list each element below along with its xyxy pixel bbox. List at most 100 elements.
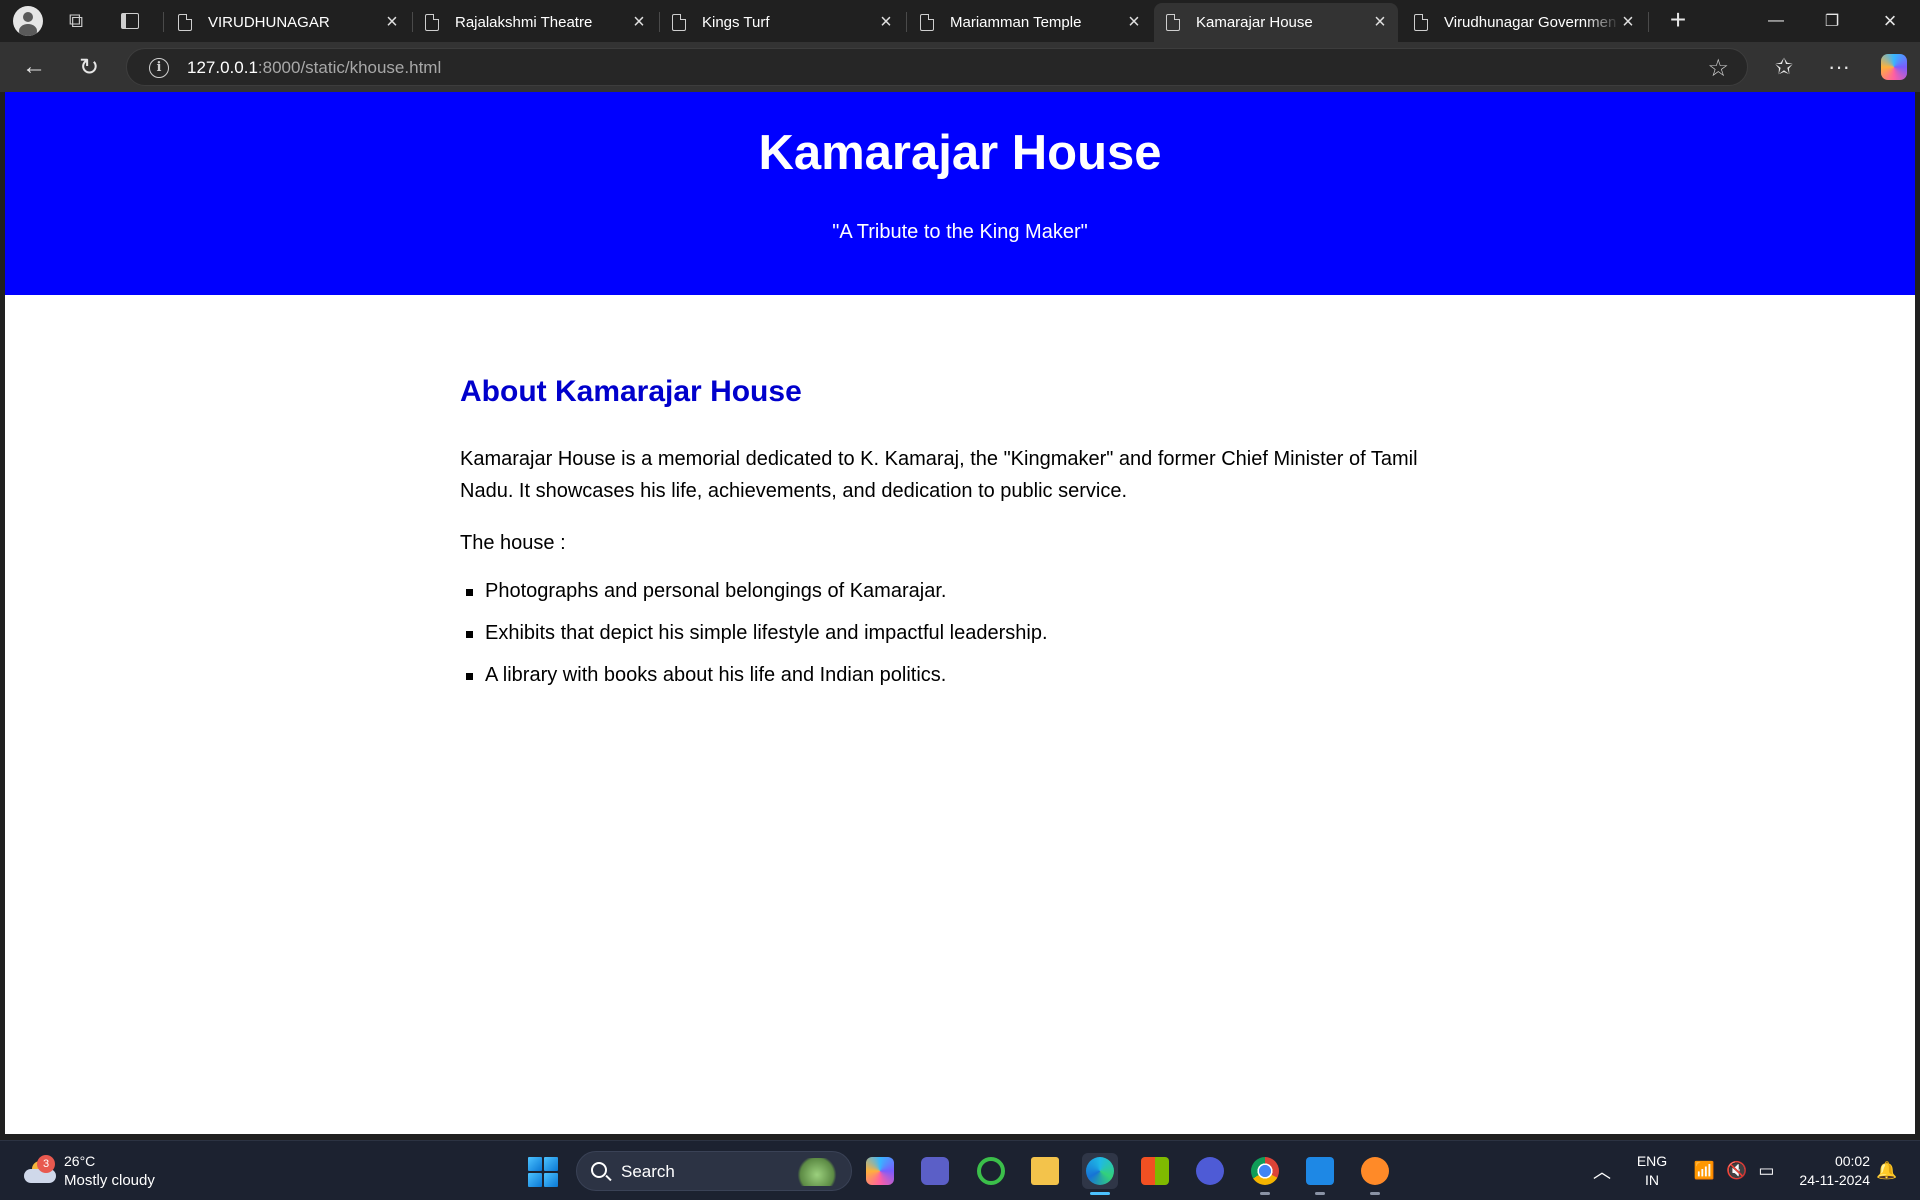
sublime-icon: [1361, 1157, 1389, 1185]
close-tab-icon[interactable]: ×: [1370, 12, 1390, 32]
weather-widget[interactable]: 3 26°C Mostly cloudy: [20, 1149, 190, 1193]
tab-title: Mariamman Temple: [950, 14, 1082, 31]
tab-virudhunagar[interactable]: VIRUDHUNAGAR ×: [166, 3, 410, 42]
copilot-button[interactable]: [1876, 49, 1912, 85]
weather-condition: Mostly cloudy: [64, 1172, 155, 1189]
system-tray[interactable]: 📶 🔇 ▭: [1688, 1141, 1780, 1200]
taskbar: 3 26°C Mostly cloudy Search ︿ ENG IN 📶 🔇…: [0, 1140, 1920, 1200]
chrome-app-button[interactable]: [1247, 1153, 1283, 1195]
close-tab-icon[interactable]: ×: [876, 12, 896, 32]
region-line: IN: [1645, 1172, 1659, 1188]
url-text[interactable]: 127.0.0.1:8000/static/khouse.html: [187, 58, 441, 78]
notifications-button[interactable]: 🔔: [1876, 1141, 1900, 1200]
tab-kamarajar-house[interactable]: Kamarajar House ×: [1154, 3, 1398, 42]
tab-separator: [1648, 12, 1649, 32]
page-icon: [178, 14, 192, 31]
page-tagline: "A Tribute to the King Maker": [832, 221, 1088, 243]
teams-icon: [921, 1157, 949, 1185]
close-tab-icon[interactable]: ×: [1618, 12, 1638, 32]
page-title: Kamarajar House: [758, 126, 1162, 180]
weather-badge: 3: [37, 1155, 55, 1173]
edge-icon: [1086, 1157, 1114, 1185]
close-tab-icon[interactable]: ×: [382, 12, 402, 32]
clock[interactable]: 00:02 24-11-2024: [1780, 1152, 1870, 1190]
profile-avatar[interactable]: [12, 5, 44, 37]
tab-actions-button[interactable]: [114, 5, 146, 37]
active-indicator: [1090, 1192, 1110, 1195]
vscode-app-button[interactable]: [1302, 1153, 1338, 1195]
speaker-muted-icon: 🔇: [1725, 1161, 1748, 1180]
workspaces-button[interactable]: ⧉: [60, 5, 92, 37]
new-tab-button[interactable]: +: [1662, 5, 1694, 37]
back-arrow-icon: ←: [22, 53, 46, 80]
taskbar-search[interactable]: Search: [576, 1151, 852, 1191]
tab-separator: [906, 12, 907, 32]
restore-button[interactable]: ❐: [1804, 0, 1860, 42]
plus-icon: +: [1669, 4, 1687, 35]
tab-title: Virudhunagar Governmen: [1444, 14, 1617, 31]
file-explorer-button[interactable]: [1027, 1153, 1063, 1189]
tab-kings-turf[interactable]: Kings Turf ×: [660, 3, 904, 42]
refresh-app-button[interactable]: [973, 1153, 1009, 1189]
page-icon: [920, 14, 934, 31]
edge-app-button[interactable]: [1082, 1153, 1118, 1195]
file-explorer-icon: [1031, 1157, 1059, 1185]
sublime-app-button[interactable]: [1357, 1153, 1393, 1195]
url-path: :8000/static/khouse.html: [257, 58, 442, 77]
teams-app-button[interactable]: [917, 1153, 953, 1189]
more-button[interactable]: ···: [1821, 49, 1857, 85]
favorites-icon: ✩: [1774, 54, 1794, 79]
page-header: Kamarajar House "A Tribute to the King M…: [5, 92, 1915, 295]
refresh-icon: ↻: [78, 53, 100, 81]
show-hidden-icons-button[interactable]: ︿: [1584, 1153, 1620, 1189]
vpn-app-button[interactable]: [1192, 1153, 1228, 1189]
store-app-button[interactable]: [1137, 1153, 1173, 1189]
refresh-button[interactable]: ↻: [71, 49, 107, 85]
page-icon: [1414, 14, 1428, 31]
tab-virudhunagar-government[interactable]: Virudhunagar Governmen ×: [1402, 3, 1646, 42]
about-section: About Kamarajar House Kamarajar House is…: [460, 375, 1440, 705]
restore-icon: ❐: [1824, 13, 1840, 30]
copilot-app-button[interactable]: [862, 1153, 898, 1189]
search-label: Search: [621, 1162, 675, 1181]
browser-toolbar: ← ↻ i 127.0.0.1:8000/static/khouse.html …: [0, 42, 1920, 92]
search-highlight-icon: [795, 1158, 839, 1186]
tab-title: Kings Turf: [702, 14, 770, 31]
close-tab-icon[interactable]: ×: [1124, 12, 1144, 32]
list-lead: The house :: [460, 532, 566, 554]
store-icon: [1141, 1157, 1169, 1185]
tab-mariamman-temple[interactable]: Mariamman Temple ×: [908, 3, 1152, 42]
favorite-star-icon[interactable]: ☆: [1707, 54, 1729, 83]
workspaces-icon: ⧉: [68, 9, 84, 32]
minimize-icon: —: [1768, 12, 1784, 29]
tab-actions-icon: [121, 13, 139, 29]
list-item: Exhibits that depict his simple lifestyl…: [460, 621, 1440, 645]
minimize-button[interactable]: —: [1748, 0, 1804, 42]
page-icon: [425, 14, 439, 31]
chevron-up-icon: ︿: [1593, 1162, 1611, 1182]
site-info-icon[interactable]: i: [149, 58, 169, 78]
tab-rajalakshmi-theatre[interactable]: Rajalakshmi Theatre ×: [413, 3, 657, 42]
running-indicator: [1260, 1192, 1270, 1195]
language-indicator[interactable]: ENG IN: [1636, 1152, 1668, 1190]
tab-title: VIRUDHUNAGAR: [208, 14, 330, 31]
about-intro: Kamarajar House is a memorial dedicated …: [460, 448, 1418, 502]
close-tab-icon[interactable]: ×: [629, 12, 649, 32]
back-button[interactable]: ←: [16, 49, 52, 85]
vpn-icon: [1196, 1157, 1224, 1185]
close-icon: ×: [1883, 8, 1897, 33]
page-viewport: Kamarajar House "A Tribute to the King M…: [5, 92, 1915, 1134]
close-window-button[interactable]: ×: [1862, 0, 1918, 42]
language-line: ENG: [1636, 1153, 1668, 1169]
search-icon: [591, 1162, 607, 1178]
start-button[interactable]: [528, 1157, 558, 1187]
page-icon: [1166, 14, 1180, 31]
tab-title: Rajalakshmi Theatre: [455, 14, 593, 31]
address-bar[interactable]: i 127.0.0.1:8000/static/khouse.html ☆: [126, 48, 1748, 86]
feature-list: Photographs and personal belongings of K…: [460, 579, 1440, 687]
favorites-button[interactable]: ✩: [1766, 49, 1802, 85]
clock-date: 24-11-2024: [1799, 1172, 1870, 1188]
list-item: Photographs and personal belongings of K…: [460, 579, 1440, 603]
url-host: 127.0.0.1: [187, 58, 258, 77]
about-heading: About Kamarajar House: [460, 375, 802, 408]
